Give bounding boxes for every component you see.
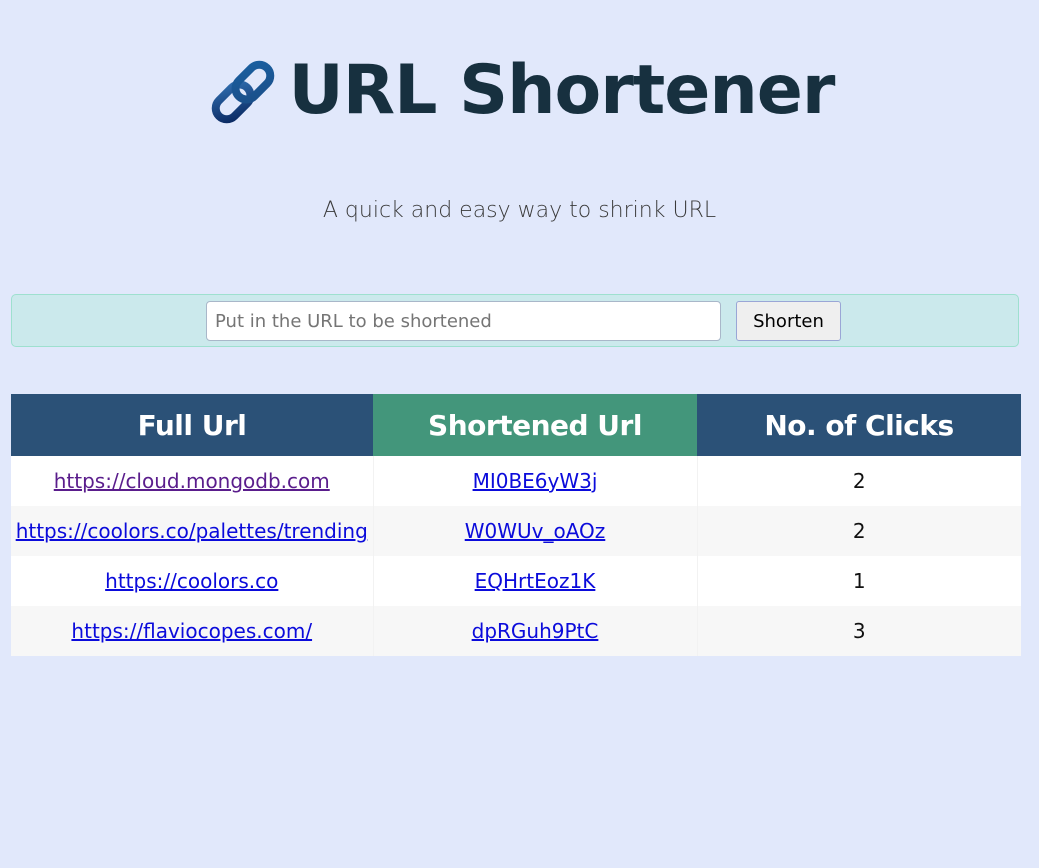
header-full-url: Full Url	[11, 394, 373, 456]
page-subtitle: A quick and easy way to shrink URL	[322, 198, 717, 223]
urls-table: Full Url Shortened Url No. of Clicks htt…	[11, 394, 1021, 656]
clicks-cell: 1	[696, 556, 1021, 606]
short-url-cell: EQHrtEoz1K	[372, 556, 697, 606]
table-row: https://coolors.co/palettes/trending W0W…	[11, 506, 1021, 556]
short-url-link[interactable]: MI0BE6yW3j	[473, 469, 598, 493]
clicks-cell: 3	[696, 606, 1021, 656]
short-url-link[interactable]: W0WUv_oAOz	[465, 519, 606, 543]
full-url-cell: https://flaviocopes.com/	[11, 606, 373, 656]
full-url-link[interactable]: https://cloud.mongodb.com	[54, 469, 330, 493]
header-clicks: No. of Clicks	[697, 394, 1021, 456]
short-url-link[interactable]: dpRGuh9PtC	[472, 619, 599, 643]
short-url-cell: dpRGuh9PtC	[372, 606, 697, 656]
short-url-cell: W0WUv_oAOz	[372, 506, 697, 556]
header-shortened-url: Shortened Url	[373, 394, 697, 456]
shorten-button[interactable]: Shorten	[736, 301, 841, 341]
short-url-link[interactable]: EQHrtEoz1K	[475, 569, 596, 593]
table-row: https://cloud.mongodb.com MI0BE6yW3j 2	[11, 456, 1021, 506]
clicks-cell: 2	[696, 506, 1021, 556]
page-title: URL Shortener	[288, 51, 836, 130]
full-url-cell: https://cloud.mongodb.com	[11, 456, 373, 506]
full-url-cell: https://coolors.co/palettes/trending	[11, 506, 373, 556]
table-header-row: Full Url Shortened Url No. of Clicks	[11, 394, 1021, 456]
url-input[interactable]	[206, 301, 721, 341]
shorten-form: Shorten	[11, 294, 1019, 347]
full-url-cell: https://coolors.co	[11, 556, 373, 606]
full-url-link[interactable]: https://coolors.co	[105, 569, 278, 593]
table-row: https://coolors.co EQHrtEoz1K 1	[11, 556, 1021, 606]
clicks-cell: 2	[696, 456, 1021, 506]
link-icon	[211, 60, 274, 124]
table-row: https://flaviocopes.com/ dpRGuh9PtC 3	[11, 606, 1021, 656]
page-header: URL Shortener	[0, 52, 1039, 130]
short-url-cell: MI0BE6yW3j	[372, 456, 697, 506]
full-url-link[interactable]: https://coolors.co/palettes/trending	[16, 519, 368, 543]
full-url-link[interactable]: https://flaviocopes.com/	[71, 619, 312, 643]
